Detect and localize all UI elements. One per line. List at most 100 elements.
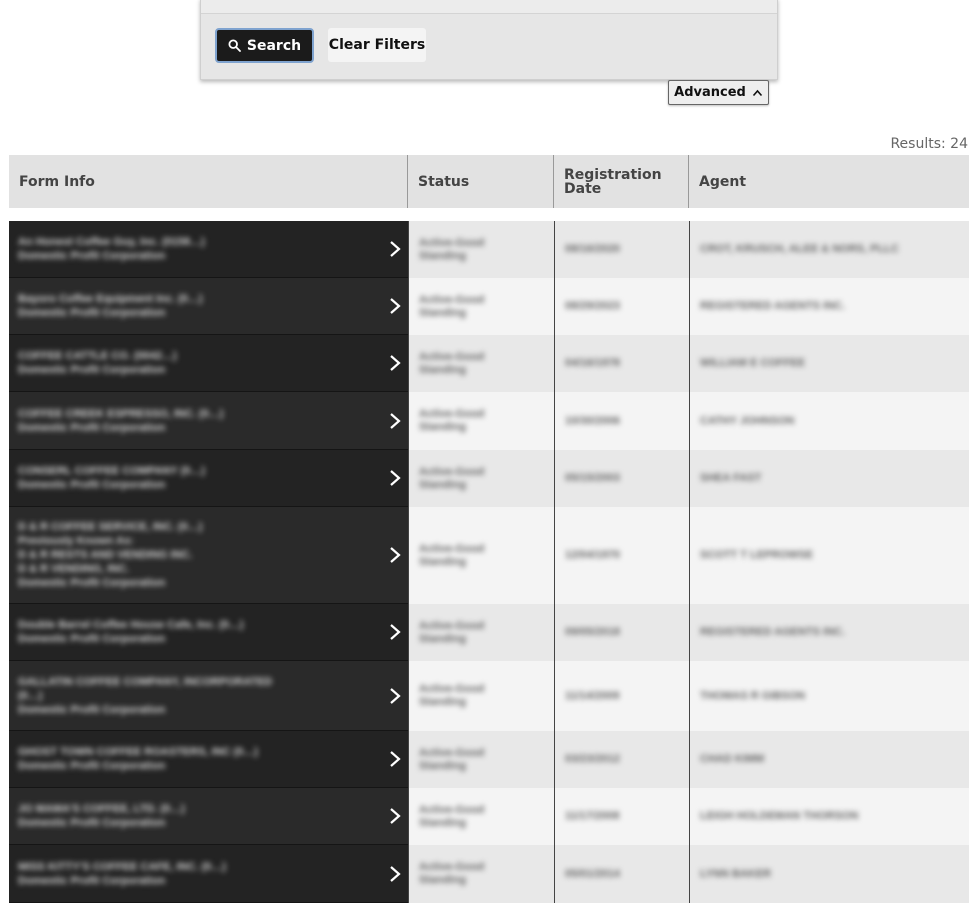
chevron-right-icon — [390, 624, 401, 640]
agent-cell: SCOTT T LEPROWSE — [689, 507, 969, 604]
registration-date-text: 11/14/2009 — [565, 689, 620, 702]
registration-date-text: 11/17/2008 — [565, 810, 620, 822]
entity-name-text: CONSERL COFFEE COMPANY (0…) — [18, 465, 206, 477]
registration-date-text: 08/16/2020 — [565, 243, 621, 255]
agent-text: LYNN BAKER — [700, 867, 772, 880]
entity-name-text: D & R COFFEE SERVICE, INC. (0…) — [18, 521, 203, 533]
entity-type-text: Domestic Profit Corporation — [18, 364, 166, 376]
column-header-agent[interactable]: Agent — [689, 155, 969, 208]
search-button-label: Search — [246, 37, 302, 54]
search-icon — [228, 39, 241, 52]
agent-cell: CATHY JOHNSON — [689, 392, 969, 450]
table-row: GALLATIN COFFEE COMPANY, INCORPORATED (0…… — [9, 661, 969, 731]
form-info-cell[interactable]: COFFEE CREEK ESPRESSO, INC. (0…) Domestic… — [9, 392, 408, 450]
agent-text: REGISTERED AGENTS INC. — [700, 300, 846, 312]
registration-date-text: 12/04/1970 — [565, 549, 621, 561]
registration-date-cell: 10/30/2006 — [554, 392, 689, 450]
agent-cell: REGISTERED AGENTS INC. — [689, 278, 969, 335]
advanced-toggle-button[interactable]: Advanced — [668, 80, 769, 105]
table-header: Form Info Status Registration Date Agent — [9, 155, 969, 208]
agent-cell: LEIGH HOLDEMAN THORSON — [689, 788, 969, 845]
column-header-status[interactable]: Status — [408, 155, 554, 208]
agent-text: SHEA FAST — [700, 472, 762, 484]
agent-text: CHAD KIMM — [700, 753, 765, 765]
registration-date-text: 04/16/1978 — [565, 357, 621, 369]
chevron-right-icon — [390, 470, 401, 486]
form-info-cell[interactable]: D & R COFFEE SERVICE, INC. (0…) Previousl… — [9, 507, 408, 604]
entity-type-text: Domestic Profit Corporation — [18, 760, 166, 772]
entity-type-text: Domestic Profit Corporation — [18, 421, 166, 434]
entity-name-text: GALLATIN COFFEE COMPANY, INCORPORATED — [18, 675, 273, 688]
chevron-right-icon — [390, 241, 401, 257]
status-text: Active-Good Standing — [419, 619, 485, 645]
registration-date-cell: 09/05/2018 — [554, 604, 689, 661]
column-header-form-info[interactable]: Form Info — [9, 155, 408, 208]
agent-text: THOMAS R GIBSON — [700, 689, 806, 702]
form-info-cell[interactable]: GHOST TOWN COFFEE ROASTERS, INC (0…) Dome… — [9, 731, 408, 788]
chevron-right-icon — [390, 298, 401, 314]
entity-name-text: D & R VENDING, INC. — [18, 563, 130, 575]
chevron-right-icon — [390, 355, 401, 371]
status-text: Active-Good Standing — [419, 803, 485, 829]
form-info-cell[interactable]: CONSERL COFFEE COMPANY (0…) Domestic Prof… — [9, 450, 408, 507]
registration-date-cell: 04/16/1978 — [554, 335, 689, 392]
status-cell: Active-Good Standing — [408, 604, 554, 661]
agent-text: CATHY JOHNSON — [700, 414, 795, 427]
registration-date-cell: 08/29/2023 — [554, 278, 689, 335]
registration-date-cell: 05/15/2003 — [554, 450, 689, 507]
entity-type-text: Domestic Profit Corporation — [18, 250, 166, 262]
form-info-cell[interactable]: GALLATIN COFFEE COMPANY, INCORPORATED (0…… — [9, 661, 408, 731]
entity-name-text: GHOST TOWN COFFEE ROASTERS, INC (0…) — [18, 746, 258, 758]
agent-text: LEIGH HOLDEMAN THORSON — [700, 810, 859, 822]
clear-filters-button[interactable]: Clear Filters — [328, 28, 426, 62]
search-button[interactable]: Search — [215, 28, 314, 63]
form-info-cell[interactable]: JO MAMA'S COFFEE, LTD. (0…) Domestic Prof… — [9, 788, 408, 845]
results-count: Results: 24 — [890, 136, 968, 152]
entity-name-text: Previously Known As: — [18, 535, 134, 547]
table-row: MISS KITTY'S COFFEE CAFE, INC. (0…) Domes… — [9, 845, 969, 903]
entity-name-text: D & R RESTS AND VENDING INC. — [18, 549, 193, 561]
agent-text: WILLIAM E COFFEE — [700, 357, 806, 369]
status-cell: Active-Good Standing — [408, 450, 554, 507]
form-info-cell[interactable]: An Honest Coffee Guy, Inc. (0158…) Domest… — [9, 221, 408, 278]
agent-text: CROT, KRUSCH, ALEE & NORS, PLLC — [700, 243, 899, 255]
form-info-cell[interactable]: Double Barrel Coffee House Cafe, Inc. (0… — [9, 604, 408, 661]
chevron-right-icon — [390, 808, 401, 824]
status-cell: Active-Good Standing — [408, 661, 554, 731]
form-info-cell[interactable]: MISS KITTY'S COFFEE CAFE, INC. (0…) Domes… — [9, 845, 408, 903]
entity-type-text: Domestic Profit Corporation — [18, 874, 166, 887]
advanced-button-label: Advanced — [674, 85, 746, 100]
agent-cell: CHAD KIMM — [689, 731, 969, 788]
entity-name-text: (0…) — [18, 689, 43, 702]
entity-type-text: Domestic Profit Corporation — [18, 577, 166, 589]
column-header-registration-date[interactable]: Registration Date — [554, 155, 689, 208]
status-cell: Active-Good Standing — [408, 788, 554, 845]
entity-name-text: JO MAMA'S COFFEE, LTD. (0…) — [18, 803, 185, 815]
agent-cell: REGISTERED AGENTS INC. — [689, 604, 969, 661]
form-info-cell[interactable]: Bayoro Coffee Equipment Inc. (0…) Domesti… — [9, 278, 408, 335]
registration-date-header-text: Registration Date — [564, 166, 662, 197]
chevron-right-icon — [390, 547, 401, 563]
registration-date-text: 10/30/2006 — [565, 414, 621, 427]
status-text: Active-Good Standing — [419, 746, 485, 772]
form-info-cell[interactable]: COFFEE CATTLE CO. (0042…) Domestic Profit… — [9, 335, 408, 392]
status-cell: Active-Good Standing — [408, 335, 554, 392]
status-text: Active-Good Standing — [419, 236, 485, 262]
registration-date-text: 05/15/2003 — [565, 472, 621, 484]
table-row: Bayoro Coffee Equipment Inc. (0…) Domesti… — [9, 278, 969, 335]
registration-date-text: 08/29/2023 — [565, 300, 621, 312]
entity-name-text: Bayoro Coffee Equipment Inc. (0…) — [18, 293, 203, 305]
entity-name-text: Double Barrel Coffee House Cafe, Inc. (0… — [18, 619, 244, 631]
status-text: Active-Good Standing — [419, 350, 485, 376]
registration-date-text: 05/01/2014 — [565, 867, 621, 880]
entity-name-text: COFFEE CATTLE CO. (0042…) — [18, 350, 177, 362]
agent-cell: SHEA FAST — [689, 450, 969, 507]
status-text: Active-Good Standing — [419, 465, 485, 491]
status-text: Active-Good Standing — [419, 293, 485, 319]
table-row: CONSERL COFFEE COMPANY (0…) Domestic Prof… — [9, 450, 969, 507]
registration-date-text: 03/23/2012 — [565, 753, 621, 765]
agent-cell: THOMAS R GIBSON — [689, 661, 969, 731]
status-text: Active-Good Standing — [419, 542, 485, 568]
registration-date-cell: 08/16/2020 — [554, 221, 689, 278]
agent-text: SCOTT T LEPROWSE — [700, 549, 814, 561]
